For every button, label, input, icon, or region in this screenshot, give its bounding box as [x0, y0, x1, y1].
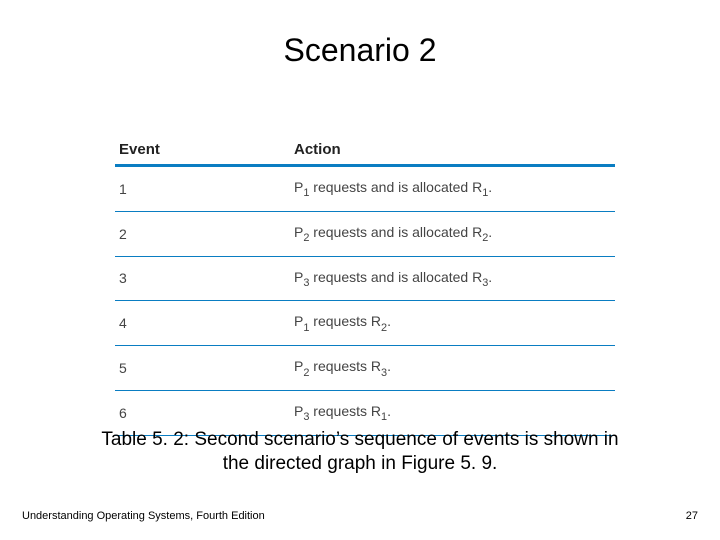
cell-event: 4: [115, 301, 290, 346]
table-header-row: Event Action: [115, 135, 615, 166]
cell-action: P1 requests and is allocated R1.: [290, 166, 615, 212]
cell-event: 3: [115, 256, 290, 301]
table-row: 5P2 requests R3.: [115, 346, 615, 391]
footer-book-title: Understanding Operating Systems, Fourth …: [22, 510, 265, 522]
cell-action: P3 requests and is allocated R3.: [290, 256, 615, 301]
cell-event: 5: [115, 346, 290, 391]
cell-event: 1: [115, 166, 290, 212]
table-row: 2P2 requests and is allocated R2.: [115, 211, 615, 256]
table-row: 3P3 requests and is allocated R3.: [115, 256, 615, 301]
col-event: Event: [115, 135, 290, 166]
cell-event: 2: [115, 211, 290, 256]
table-row: 1P1 requests and is allocated R1.: [115, 166, 615, 212]
table-caption: Table 5. 2: Second scenario’s sequence o…: [100, 428, 620, 476]
cell-action: P2 requests and is allocated R2.: [290, 211, 615, 256]
table-body: 1P1 requests and is allocated R1.2P2 req…: [115, 166, 615, 436]
page-number: 27: [686, 510, 698, 522]
cell-action: P1 requests R2.: [290, 301, 615, 346]
slide: Scenario 2 Event Action 1P1 requests and…: [0, 0, 720, 540]
col-action: Action: [290, 135, 615, 166]
cell-action: P2 requests R3.: [290, 346, 615, 391]
slide-title: Scenario 2: [0, 32, 720, 69]
table-row: 4P1 requests R2.: [115, 301, 615, 346]
events-table: Event Action 1P1 requests and is allocat…: [115, 135, 615, 436]
